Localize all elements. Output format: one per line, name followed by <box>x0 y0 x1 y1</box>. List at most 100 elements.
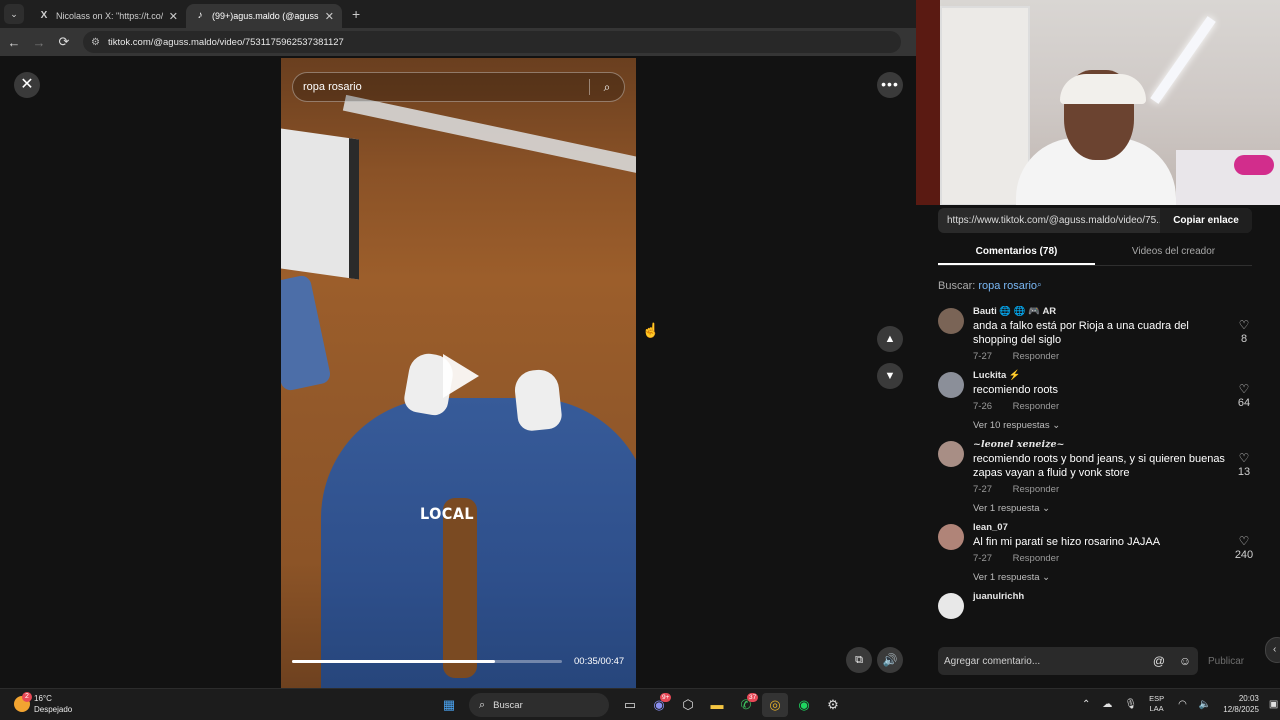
forward-icon[interactable]: → <box>28 35 50 50</box>
like-count: 64 <box>1237 397 1251 409</box>
share-url[interactable]: https://www.tiktok.com/@aguss.maldo/vide… <box>938 208 1160 233</box>
avatar[interactable] <box>938 308 964 334</box>
search-input[interactable]: ropa rosario <box>303 81 589 93</box>
taskbar-search[interactable]: ⌕ Buscar <box>469 693 609 717</box>
comment-meta: 7-26 Responder <box>973 401 1268 412</box>
windows-start-icon[interactable]: ▦ <box>436 693 462 717</box>
avatar[interactable] <box>938 524 964 550</box>
view-replies-button[interactable]: Ver 1 respuesta ⌄ <box>973 503 1268 514</box>
view-replies-button[interactable]: Ver 10 respuestas ⌄ <box>973 420 1268 431</box>
chevron-up-icon[interactable]: ⌃ <box>1082 699 1090 710</box>
screen: ⌄ X Nicolass on X: "https://t.co/gTO ✕ ♪… <box>0 0 1280 720</box>
taskbar-search-label: Buscar <box>493 699 523 711</box>
side-panel: https://www.tiktok.com/@aguss.maldo/vide… <box>916 0 1280 688</box>
url-field[interactable]: ⚙ tiktok.com/@aguss.maldo/video/75311759… <box>83 31 901 53</box>
tab-creator-videos[interactable]: Videos del creador <box>1095 240 1252 265</box>
comment-author[interactable]: lean_07 <box>973 522 1268 533</box>
mouse-cursor-icon: ☝ <box>642 322 660 338</box>
speaker-icon[interactable]: 🔈 <box>1199 699 1211 710</box>
heart-icon[interactable]: ♡ <box>1230 318 1258 332</box>
wifi-icon[interactable]: ◠ <box>1178 699 1187 710</box>
previous-video-icon[interactable]: ▲ <box>877 326 903 352</box>
view-replies-button[interactable]: Ver 1 respuesta ⌄ <box>973 572 1268 583</box>
comment-input[interactable]: Agregar comentario... @ ☺ <box>938 647 1198 675</box>
reload-icon[interactable]: ⟳ <box>53 34 75 50</box>
chair <box>281 128 359 280</box>
language-indicator[interactable]: ESP LAA <box>1149 694 1164 714</box>
floating-player-icon[interactable]: ⧉ <box>846 647 872 673</box>
tab-tiktok[interactable]: ♪ (99+)agus.maldo (@aguss.maldo ✕ <box>186 4 342 28</box>
close-tab-icon[interactable]: ✕ <box>169 10 178 23</box>
discord-icon[interactable]: ◉ 9+ <box>646 693 672 717</box>
notifications-icon[interactable]: ▣ <box>1269 699 1278 710</box>
clock[interactable]: 20:03 12/8/2025 <box>1223 693 1259 715</box>
tab-search-button[interactable]: ⌄ <box>4 4 24 24</box>
comment-author[interactable]: ~leonel xeneize~ <box>973 439 1268 450</box>
like-control[interactable]: ♡ 8 <box>1230 318 1258 345</box>
play-icon[interactable] <box>443 354 479 398</box>
reply-button[interactable]: Responder <box>1013 553 1059 564</box>
video-progress-bar[interactable] <box>292 660 562 663</box>
mention-icon[interactable]: @ <box>1146 654 1172 668</box>
video-stage: ✕ ••• ▲ ▼ LOCAL ropa rosario ⌕ 00:35/00:… <box>0 56 916 688</box>
task-view-icon[interactable]: ▭ <box>617 693 643 717</box>
door <box>940 6 1030 205</box>
like-control[interactable]: ♡ 240 <box>1230 534 1258 561</box>
comment-item: lean_07 Al fin mi paratí se hizo rosarin… <box>938 522 1268 583</box>
publish-button[interactable]: Publicar <box>1208 656 1244 667</box>
comment-author[interactable]: Bauti 🌐 🌐 🎮 AR <box>973 306 1268 317</box>
comment-author[interactable]: Luckita ⚡ <box>973 370 1268 381</box>
reply-button[interactable]: Responder <box>1013 484 1059 495</box>
ceiling-light <box>342 94 636 178</box>
heart-icon[interactable]: ♡ <box>1230 534 1258 548</box>
cloud-icon[interactable]: ☁ <box>1102 699 1112 710</box>
sock-right <box>512 367 564 433</box>
comment-author[interactable]: juanulrichh <box>973 591 1268 602</box>
emoji-icon[interactable]: ☺ <box>1172 654 1198 668</box>
search-suggestion: Buscar: ropa rosario⌕ <box>938 280 1042 292</box>
tab-x[interactable]: X Nicolass on X: "https://t.co/gTO ✕ <box>30 4 186 28</box>
jeans <box>281 274 332 392</box>
next-video-icon[interactable]: ▼ <box>877 363 903 389</box>
avatar[interactable] <box>938 372 964 398</box>
panel-tabs: Comentarios (78) Videos del creador <box>938 240 1252 266</box>
copy-link-button[interactable]: Copiar enlace <box>1160 208 1252 233</box>
video-search-bar[interactable]: ropa rosario ⌕ <box>292 72 625 102</box>
chrome-icon[interactable]: ◎ <box>762 693 788 717</box>
search-icon: ⌕ <box>479 698 486 711</box>
reply-button[interactable]: Responder <box>1013 401 1059 412</box>
heart-icon[interactable]: ♡ <box>1230 382 1258 396</box>
app-icon[interactable]: ⬡ <box>675 693 701 717</box>
keyboard-layout: LAA <box>1149 704 1164 713</box>
notification-badge: 2 <box>22 692 32 702</box>
reply-button[interactable]: Responder <box>1013 351 1059 362</box>
video-player[interactable]: LOCAL ropa rosario ⌕ 00:35/00:47 <box>281 58 636 688</box>
chevron-left-icon[interactable]: ‹ <box>1265 637 1280 663</box>
like-control[interactable]: ♡ 13 <box>1230 451 1258 478</box>
comment-text: recomiendo roots y bond jeans, y si quie… <box>973 453 1225 479</box>
new-tab-button[interactable]: + <box>352 6 360 22</box>
wall-edge <box>916 0 940 205</box>
more-options-icon[interactable]: ••• <box>877 72 903 98</box>
close-tab-icon[interactable]: ✕ <box>325 10 334 23</box>
avatar[interactable] <box>938 441 964 467</box>
floor-gap <box>443 498 477 678</box>
spotify-icon[interactable]: ◉ <box>791 693 817 717</box>
back-icon[interactable]: ← <box>3 35 25 50</box>
comment-text: anda a falko está por Rioja a una cuadra… <box>973 320 1189 346</box>
volume-icon[interactable]: 🔊 <box>877 647 903 673</box>
search-term-link[interactable]: ropa rosario <box>978 280 1037 292</box>
microphone-icon[interactable]: 🎙 <box>1124 699 1137 710</box>
site-info-icon[interactable]: ⚙ <box>91 37 100 48</box>
steam-icon[interactable]: ⚙ <box>820 693 846 717</box>
heart-icon[interactable]: ♡ <box>1230 451 1258 465</box>
whatsapp-icon[interactable]: ✆ 37 <box>733 693 759 717</box>
tab-comments[interactable]: Comentarios (78) <box>938 240 1095 265</box>
progress-fill <box>292 660 495 663</box>
avatar[interactable] <box>938 593 964 619</box>
file-explorer-icon[interactable]: ▬ <box>704 693 730 717</box>
close-icon[interactable]: ✕ <box>14 72 40 98</box>
weather-widget[interactable]: 2 16°C Despejado <box>14 692 72 715</box>
search-icon[interactable]: ⌕ <box>590 80 624 95</box>
like-control[interactable]: ♡ 64 <box>1230 382 1258 409</box>
